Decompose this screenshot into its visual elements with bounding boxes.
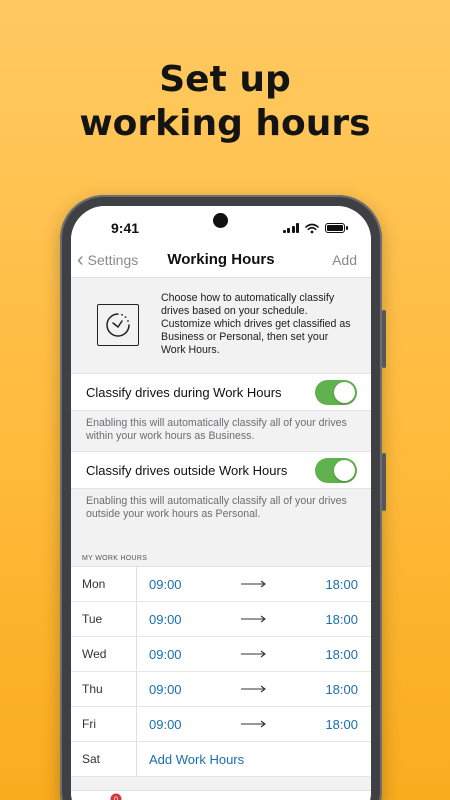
day-label: Sat: [71, 742, 137, 776]
navigation-bar: ‹ Settings Working Hours Add: [71, 242, 371, 278]
end-time[interactable]: 18:00: [325, 717, 358, 732]
end-time[interactable]: 18:00: [325, 682, 358, 697]
phone-frame: 9:41 ‹ Settings Working Hours Add Choose…: [60, 195, 386, 800]
arrow-right-icon: [240, 720, 267, 728]
table-row[interactable]: Thu 09:00 18:00: [71, 672, 371, 707]
wifi-icon: [305, 223, 319, 233]
table-row[interactable]: Fri 09:00 18:00: [71, 707, 371, 742]
end-time[interactable]: 18:00: [325, 577, 358, 592]
table-row[interactable]: Wed 09:00 18:00: [71, 637, 371, 672]
clock-icon: [97, 303, 139, 346]
phone-screen: 9:41 ‹ Settings Working Hours Add Choose…: [71, 206, 371, 800]
toggle-switch-during-hours[interactable]: [315, 379, 357, 405]
back-label: Settings: [87, 251, 139, 268]
start-time[interactable]: 09:00: [149, 682, 182, 697]
end-time[interactable]: 18:00: [325, 647, 358, 662]
headline-line-2: working hours: [79, 103, 371, 144]
phone-side-button-upper: [382, 310, 386, 368]
chevron-left-icon: ‹: [77, 248, 84, 271]
tab-bar: 0: [71, 790, 371, 800]
day-label: Tue: [71, 602, 137, 636]
headline-line-1: Set up: [159, 59, 291, 100]
end-time[interactable]: 18:00: [325, 612, 358, 627]
description-outside-hours: Enabling this will automatically classif…: [86, 495, 347, 520]
intro-text: Choose how to automatically classify dri…: [161, 292, 351, 356]
table-row[interactable]: Tue 09:00 18:00: [71, 602, 371, 637]
start-time[interactable]: 09:00: [149, 577, 182, 592]
add-button[interactable]: Add: [332, 252, 357, 268]
phone-side-button-lower: [382, 453, 386, 511]
intro-section: Choose how to automatically classify dri…: [71, 278, 371, 373]
day-label: Mon: [71, 567, 137, 601]
start-time[interactable]: 09:00: [149, 612, 182, 627]
toggle-label-outside-hours: Classify drives outside Work Hours: [86, 462, 288, 478]
description-during-hours: Enabling this will automatically classif…: [86, 417, 347, 442]
status-time: 9:41: [111, 220, 140, 236]
start-time[interactable]: 09:00: [149, 647, 182, 662]
arrow-right-icon: [240, 615, 267, 623]
arrow-right-icon: [240, 650, 267, 658]
headline: Set up working hours: [0, 58, 450, 146]
toggle-switch-outside-hours[interactable]: [315, 457, 357, 483]
arrow-right-icon: [240, 685, 267, 693]
toggle-row-during-hours: Classify drives during Work Hours: [71, 373, 371, 411]
notification-badge: 0: [114, 797, 118, 800]
start-time[interactable]: 09:00: [149, 717, 182, 732]
status-icons: [282, 223, 348, 234]
toggle-label-during-hours: Classify drives during Work Hours: [86, 384, 282, 400]
front-camera: [213, 213, 228, 228]
section-header-work-hours: MY WORK HOURS: [82, 555, 148, 562]
day-label: Fri: [71, 707, 137, 741]
back-button[interactable]: ‹ Settings: [77, 250, 138, 270]
cellular-signal-icon: [282, 223, 299, 233]
add-work-hours-link[interactable]: Add Work Hours: [149, 752, 244, 767]
day-label: Thu: [71, 672, 137, 706]
arrow-right-icon: [240, 580, 267, 588]
battery-icon: [325, 223, 348, 233]
notification-badge-icon: 0: [110, 793, 122, 800]
day-label: Wed: [71, 637, 137, 671]
work-hours-table: Mon 09:00 18:00 Tue 09:00 18:00 Wed 09:0…: [71, 566, 371, 777]
table-row[interactable]: Mon 09:00 18:00: [71, 567, 371, 602]
toggle-row-outside-hours: Classify drives outside Work Hours: [71, 451, 371, 489]
table-row[interactable]: Sat Add Work Hours: [71, 742, 371, 777]
